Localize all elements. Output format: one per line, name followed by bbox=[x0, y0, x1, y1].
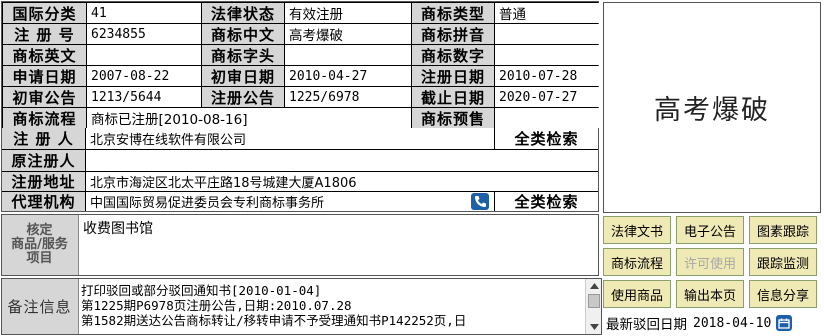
agency-value: 中国国际贸易促进委员会专利商标事务所 bbox=[86, 192, 494, 211]
mark-english-value bbox=[87, 45, 201, 65]
notes-line-2: 第1225期P6978页注册公告,日期:2010.07.28 bbox=[81, 298, 352, 313]
legal-status-value: 有效注册 bbox=[285, 3, 411, 23]
export-page-button[interactable]: 输出本页 bbox=[676, 280, 744, 308]
search-all-button-2[interactable]: 全类检索 bbox=[495, 192, 598, 211]
notes-label: 备注信息 bbox=[2, 279, 77, 334]
mark-english-label: 商标英文 bbox=[3, 45, 86, 65]
intl-class-label: 国际分类 bbox=[3, 3, 86, 23]
mark-number-value bbox=[495, 45, 599, 65]
legal-status-label: 法律状态 bbox=[202, 3, 284, 23]
prelim-announce-value: 1213/5644 bbox=[87, 87, 201, 107]
goods-label: 核定 商品/服务 项目 bbox=[2, 215, 77, 275]
latest-rejection-row: 最新驳回日期 2018-04-10 bbox=[606, 313, 822, 333]
scrollbar-arrow-up-icon[interactable] bbox=[586, 279, 602, 293]
mark-chinese-value: 高考爆破 bbox=[285, 24, 411, 44]
scrollbar-thumb[interactable] bbox=[588, 294, 600, 308]
prelim-announce-label: 初审公告 bbox=[3, 87, 86, 107]
mark-type-value: 普通 bbox=[495, 3, 599, 23]
notes-scrollbar[interactable] bbox=[585, 279, 601, 334]
expiry-date-label: 截止日期 bbox=[412, 87, 494, 107]
mark-chinese-label: 商标中文 bbox=[202, 24, 284, 44]
track-monitor-button[interactable]: 跟踪监测 bbox=[749, 248, 817, 276]
calendar-icon[interactable] bbox=[776, 315, 793, 331]
latest-rejection-date: 2018-04-10 bbox=[693, 315, 772, 331]
figure-track-button[interactable]: 图素跟踪 bbox=[749, 216, 817, 244]
reg-announce-value: 1225/6978 bbox=[285, 87, 411, 107]
registrant-label: 注 册 人 bbox=[2, 128, 85, 149]
license-use-button[interactable]: 许可使用 bbox=[676, 248, 744, 276]
registrant-value: 北京安博在线软件有限公司 bbox=[86, 128, 494, 149]
mark-number-label: 商标数字 bbox=[412, 45, 494, 65]
address-label: 注册地址 bbox=[2, 172, 85, 191]
latest-rejection-label: 最新驳回日期 bbox=[606, 317, 687, 333]
reg-announce-label: 注册公告 bbox=[202, 87, 284, 107]
e-announce-button[interactable]: 电子公告 bbox=[676, 216, 744, 244]
mark-process-value: 商标已注册[2010-08-16] bbox=[87, 108, 411, 128]
mark-initial-label: 商标字头 bbox=[202, 45, 284, 65]
mark-process-label: 商标流程 bbox=[3, 108, 86, 128]
reg-number-label: 注 册 号 bbox=[3, 24, 86, 44]
notes-line-3: 第1582期送达公告商标转让/移转申请不予受理通知书P142252页,日 bbox=[81, 313, 467, 328]
goods-label-line-3: 项目 bbox=[26, 251, 53, 266]
process-button[interactable]: 商标流程 bbox=[603, 248, 671, 276]
reg-number-value: 6234855 bbox=[87, 24, 201, 44]
apply-date-label: 申请日期 bbox=[3, 66, 86, 86]
mark-pinyin-value bbox=[495, 24, 599, 44]
goods-label-line-2: 商品/服务 bbox=[11, 237, 68, 252]
reg-date-value: 2010-07-28 bbox=[495, 66, 599, 86]
mark-type-label: 商标类型 bbox=[412, 3, 494, 23]
phone-icon[interactable] bbox=[471, 193, 489, 210]
expiry-date-value: 2020-07-27 bbox=[495, 87, 599, 107]
reg-date-label: 注册日期 bbox=[412, 66, 494, 86]
legal-docs-button[interactable]: 法律文书 bbox=[603, 216, 671, 244]
trademark-mark-text: 高考爆破 bbox=[654, 95, 770, 126]
mark-presale-label: 商标预售 bbox=[412, 108, 494, 128]
mark-pinyin-label: 商标拼音 bbox=[412, 24, 494, 44]
former-registrant-value bbox=[86, 150, 598, 171]
agency-label: 代理机构 bbox=[2, 192, 85, 211]
former-registrant-label: 原注册人 bbox=[2, 150, 85, 171]
prelim-date-value: 2010-04-27 bbox=[285, 66, 411, 86]
mark-initial-value bbox=[285, 45, 411, 65]
share-info-button[interactable]: 信息分享 bbox=[749, 280, 817, 308]
scrollbar-arrow-down-icon[interactable] bbox=[586, 320, 602, 334]
goods-label-line-1: 核定 bbox=[26, 223, 53, 238]
prelim-date-label: 初审日期 bbox=[202, 66, 284, 86]
notes-line-1: 打印驳回或部分驳回通知书[2010-01-04] bbox=[81, 283, 322, 298]
notes-box[interactable]: 打印驳回或部分驳回通知书[2010-01-04] 第1225期P6978页注册公… bbox=[78, 279, 585, 334]
apply-date-value: 2007-08-22 bbox=[87, 66, 201, 86]
use-goods-button[interactable]: 使用商品 bbox=[603, 280, 671, 308]
trademark-preview: 高考爆破 bbox=[603, 2, 821, 213]
intl-class-value: 41 bbox=[87, 3, 201, 23]
search-all-button[interactable]: 全类检索 bbox=[495, 128, 598, 149]
goods-value: 收费图书馆 bbox=[78, 215, 598, 275]
address-value: 北京市海淀区北太平庄路18号城建大厦A1806 bbox=[86, 172, 598, 191]
side-buttons-panel: 法律文书 电子公告 图素跟踪商标流程 许可使用 跟踪监测使用商品 输出本页 信息分享 bbox=[603, 216, 823, 310]
mark-presale-value bbox=[495, 108, 599, 128]
